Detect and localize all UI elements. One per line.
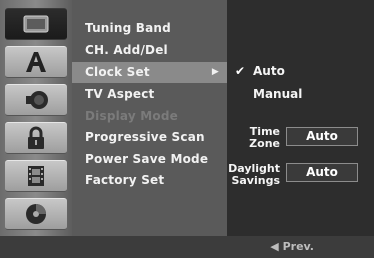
check-icon: ✔	[235, 64, 246, 78]
category-icon-column	[0, 0, 72, 236]
menu-item-power-save-mode[interactable]: Power Save Mode	[72, 149, 227, 170]
dvd-setup-screen: Tuning Band CH. Add/Del Clock Set ▶ TV A…	[0, 0, 374, 258]
prev-button[interactable]: ◀ Prev.	[270, 240, 314, 253]
daylight-savings-field[interactable]: Auto	[286, 163, 358, 182]
setup-monitor-icon[interactable]	[5, 8, 67, 40]
menu-item-display-mode: Display Mode	[85, 109, 178, 123]
menu-item-tuning-band[interactable]: Tuning Band	[72, 18, 227, 39]
language-A-icon[interactable]	[5, 46, 67, 78]
menu-item-tv-aspect[interactable]: TV Aspect	[72, 84, 227, 105]
time-zone-label-line2: Zone	[249, 137, 280, 150]
lock-icon[interactable]	[5, 122, 67, 154]
time-zone-label: Time Zone	[227, 126, 280, 150]
clock-set-panel: ✔ Auto Manual Time Zone Auto Daylight Sa…	[227, 0, 374, 236]
menu-item-progressive-scan[interactable]: Progressive Scan	[72, 127, 227, 148]
audio-speaker-icon[interactable]	[5, 84, 67, 116]
menu-item-ch-add-del[interactable]: CH. Add/Del	[72, 40, 227, 61]
daylight-label-line2: Savings	[231, 174, 280, 187]
disc-icon[interactable]	[5, 198, 67, 230]
option-auto[interactable]: Auto	[253, 64, 285, 78]
menu-item-clock-set[interactable]: Clock Set ▶	[72, 62, 227, 83]
option-manual[interactable]: Manual	[253, 87, 302, 101]
setup-menu-list: Tuning Band CH. Add/Del Clock Set ▶ TV A…	[72, 0, 227, 236]
time-zone-field[interactable]: Auto	[286, 127, 358, 146]
submenu-arrow-icon: ▶	[211, 67, 219, 77]
daylight-savings-label: Daylight Savings	[227, 163, 280, 187]
footer-bar: ◀ Prev.	[0, 236, 374, 258]
film-frames-icon[interactable]	[5, 160, 67, 192]
menu-item-factory-set[interactable]: Factory Set	[72, 170, 227, 191]
menu-item-label: Clock Set	[85, 65, 150, 79]
